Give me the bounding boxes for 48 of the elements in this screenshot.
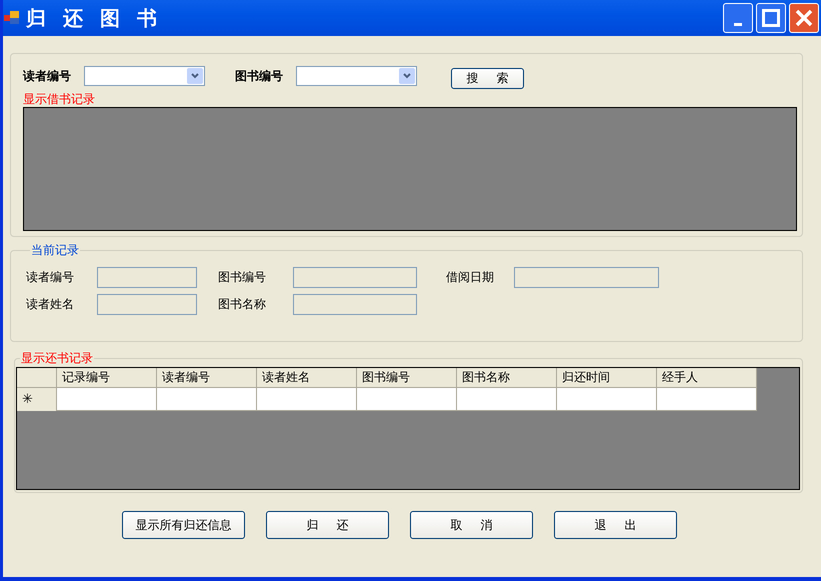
app-icon (4, 11, 20, 25)
field-label: 读者编号 (23, 68, 72, 84)
text-field[interactable] (293, 294, 417, 315)
text-field[interactable] (514, 267, 659, 288)
table-cell[interactable] (657, 387, 757, 411)
maximize-button[interactable] (756, 3, 786, 33)
column-header[interactable]: 记录编号 (57, 368, 157, 387)
text-field[interactable] (293, 267, 417, 288)
column-header[interactable]: 图书名称 (457, 368, 557, 387)
action-button[interactable]: 显示所有归还信息 (122, 511, 245, 539)
grid-corner (17, 368, 57, 387)
table-cell[interactable] (457, 387, 557, 411)
minimize-button[interactable] (723, 3, 753, 33)
table-cell[interactable] (157, 387, 257, 411)
column-header[interactable]: 经手人 (657, 368, 757, 387)
table-cell[interactable] (357, 387, 457, 411)
text-field[interactable] (97, 294, 197, 315)
field-label: 读者姓名 (26, 296, 75, 313)
column-header[interactable]: 读者编号 (157, 368, 257, 387)
close-icon (795, 9, 813, 27)
column-header[interactable]: 图书编号 (357, 368, 457, 387)
minimize-icon (734, 23, 742, 26)
table-cell[interactable] (557, 387, 657, 411)
column-header[interactable]: 读者姓名 (257, 368, 357, 387)
field-label: 图书名称 (218, 296, 267, 313)
field-label: 图书编号 (218, 269, 267, 286)
table-cell[interactable] (257, 387, 357, 411)
action-button[interactable]: 退 出 (554, 511, 677, 539)
maximize-icon (762, 9, 780, 27)
field-label: 借阅日期 (446, 269, 495, 286)
column-header[interactable]: 归还时间 (557, 368, 657, 387)
field-label: 图书编号 (235, 68, 284, 84)
panel-title: 显示还书记录 (20, 350, 94, 367)
section-caption: 显示借书记录 (23, 92, 96, 106)
row-header: ✳ (17, 387, 57, 411)
table-cell[interactable] (57, 387, 157, 411)
combo-box[interactable] (296, 66, 417, 86)
text-field[interactable] (97, 267, 197, 288)
action-button[interactable]: 取 消 (410, 511, 533, 539)
dropdown-icon (187, 68, 203, 84)
action-button[interactable]: 归 还 (266, 511, 389, 539)
dropdown-icon (399, 68, 415, 84)
window-title: 归 还 图 书 (26, 4, 157, 32)
search-button[interactable]: 搜 索 (451, 68, 524, 88)
combo-box[interactable] (84, 66, 205, 86)
field-label: 读者编号 (26, 269, 75, 286)
panel-title: 当前记录 (30, 242, 80, 259)
close-button[interactable] (789, 3, 819, 33)
